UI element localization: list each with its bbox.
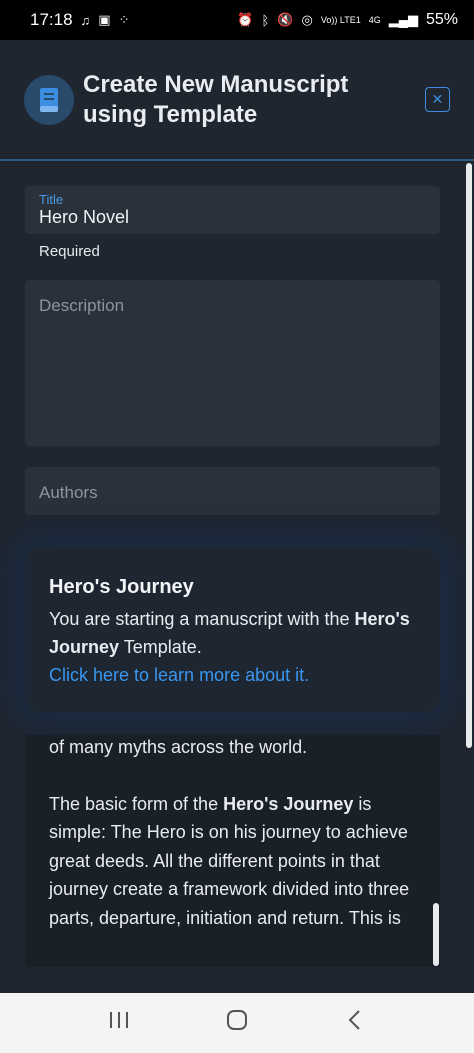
recents-icon [110,1012,128,1028]
template-description-scroll[interactable]: of many myths across the world. The basi… [25,735,440,967]
status-bar-right: ⏰ ᛒ 🔇 ◎ Vo)) LTE1 4G ▂▄▆ 55% [237,11,458,29]
alarm-icon: ⏰ [237,12,254,27]
template-info-card: Hero's Journey You are starting a manusc… [25,546,440,712]
dialog-title: Create New Manuscript using Template [83,71,349,128]
dialog-header: Create New Manuscript using Template ✕ [0,40,474,161]
status-time: 17:18 [30,10,73,29]
authors-field[interactable]: Authors [25,467,440,515]
bluetooth-icon: ᛒ [261,12,270,28]
description-para-prefix: The basic form of the [49,793,224,814]
page-scrollbar[interactable] [466,163,472,748]
book-icon [24,75,74,125]
back-icon [348,1009,360,1030]
title-field-value: Hero Novel [39,207,130,227]
description-scrollbar[interactable] [433,903,439,966]
description-line-top: of many myths across the world. [49,737,308,757]
close-icon: ✕ [431,91,444,107]
template-card-title: Hero's Journey [49,576,194,598]
learn-more-link[interactable]: Click here to learn more about it. [49,661,416,689]
authors-placeholder: Authors [39,483,98,502]
template-card-text-after: Template. [119,637,202,657]
home-icon [227,1009,247,1030]
volte-indicator: Vo)) LTE1 [320,14,361,25]
close-button[interactable]: ✕ [425,87,450,112]
mute-icon: 🔇 [277,12,294,27]
description-para-bold: Hero's Journey [223,793,354,814]
description-field[interactable]: Description [25,280,440,446]
dots-icon: ⁘ [118,12,130,27]
home-button[interactable] [217,1009,257,1038]
back-button[interactable] [335,1009,375,1038]
status-bar-left: 17:18 ♫ ▣ ⁘ [30,10,130,30]
image-icon: ▣ [98,12,111,27]
description-paragraph: The basic form of the Hero's Journey is … [49,790,416,933]
network-indicator: 4G [368,14,381,25]
title-field[interactable]: Title Hero Novel [25,186,440,234]
signal-icon: ▂▄▆ [388,12,418,27]
status-bar: 17:18 ♫ ▣ ⁘ ⏰ ᛒ 🔇 ◎ Vo)) LTE1 4G ▂▄▆ 55% [0,0,474,40]
navigation-bar [0,993,474,1053]
template-card-text: You are starting a manuscript with the H… [49,605,416,661]
title-field-label: Title [39,192,64,207]
battery-level: 55% [425,11,458,28]
title-helper-text: Required [39,243,100,260]
template-card-text-before: You are starting a manuscript with the [49,609,355,629]
recents-button[interactable] [99,1009,139,1037]
description-placeholder: Description [39,296,125,315]
hotspot-icon: ◎ [301,12,313,27]
music-note-icon: ♫ [80,12,91,28]
